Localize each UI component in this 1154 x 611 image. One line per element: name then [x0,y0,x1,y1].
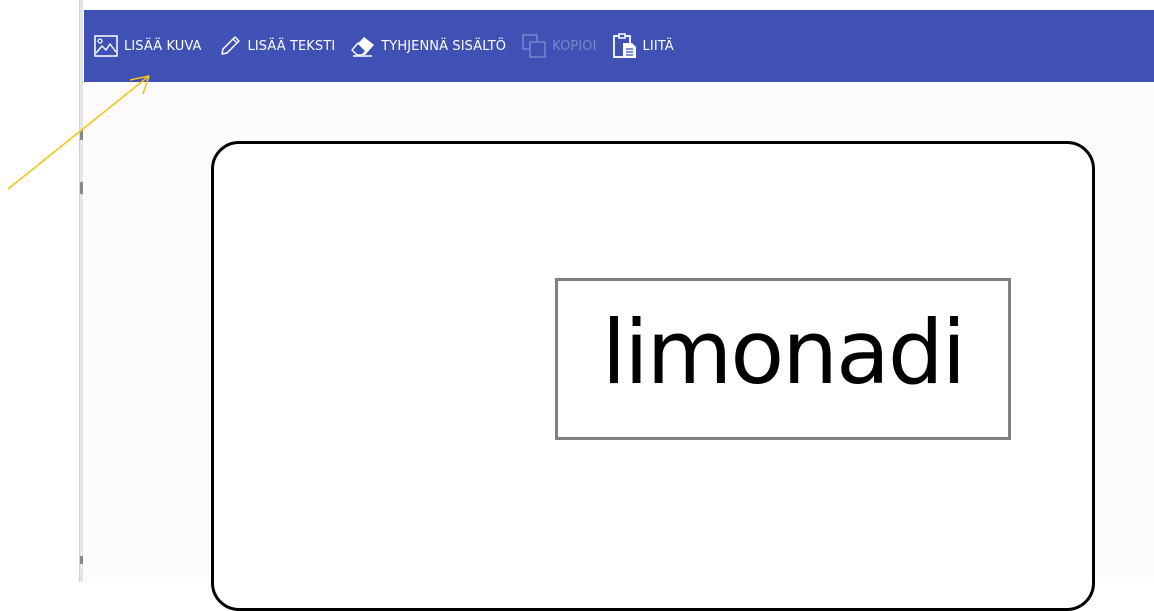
copy-label: KOPIOI [552,38,597,54]
edge-mark [80,130,83,140]
image-icon [92,32,120,60]
add-text-button[interactable]: LISÄÄ TEKSTI [216,28,336,64]
copy-icon [520,32,548,60]
editor-canvas[interactable]: limonadi [84,82,1154,611]
text-element-content: limonadi [601,301,966,404]
add-image-button[interactable]: LISÄÄ KUVA [92,28,202,64]
edge-mark [80,182,83,194]
paste-button[interactable]: LIITÄ [611,28,674,64]
add-text-label: LISÄÄ TEKSTI [247,38,336,54]
card-frame[interactable]: limonadi [211,141,1095,611]
eraser-icon [349,32,377,60]
left-window-edge [79,0,83,582]
pencil-icon [216,32,244,60]
paste-label: LIITÄ [642,38,674,54]
clear-content-label: TYHJENNÄ SISÄLTÖ [381,38,507,54]
copy-button[interactable]: KOPIOI [520,28,596,64]
toolbar: LISÄÄ KUVA LISÄÄ TEKSTI TYHJENNÄ SISÄLTÖ [84,10,1154,82]
clear-content-button[interactable]: TYHJENNÄ SISÄLTÖ [349,28,506,64]
paste-icon [611,32,639,60]
edge-mark [80,556,83,564]
add-image-label: LISÄÄ KUVA [124,38,202,54]
text-element[interactable]: limonadi [555,278,1011,440]
